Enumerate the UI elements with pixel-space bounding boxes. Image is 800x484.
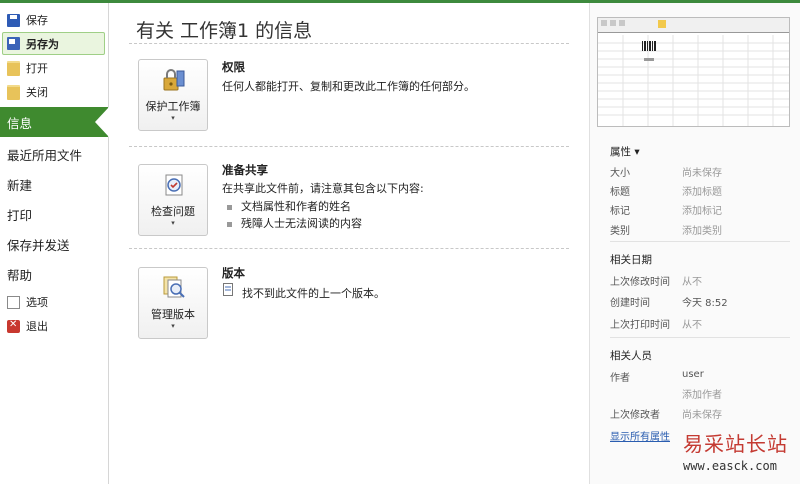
lock-key-icon (163, 69, 185, 91)
related-people-header: 相关人员 (610, 350, 652, 362)
chevron-down-icon: ▾ (171, 114, 175, 122)
versions-text: 找不到此文件的上一个版本。 (242, 287, 385, 300)
protect-workbook-label: 保护工作簿 (145, 100, 201, 113)
prop-size-key: 大小 (610, 168, 630, 179)
nav-new[interactable]: 新建 (0, 169, 108, 199)
backstage-nav: 保存 另存为 打开 关闭 信息 最近所用文件 新建 打印 保存并发送 帮助 选项… (0, 3, 109, 484)
manage-versions-button[interactable]: 管理版本 ▾ (138, 267, 208, 339)
divider (129, 43, 569, 44)
nav-info[interactable]: 信息 (0, 107, 109, 137)
nav-options[interactable]: 选项 (3, 291, 105, 313)
check-issues-button[interactable]: 检查问题 ▾ (138, 164, 208, 236)
document-icon (223, 283, 233, 296)
prop-size-value: 尚未保存 (682, 168, 722, 179)
nav-recent[interactable]: 最近所用文件 (0, 139, 108, 169)
spreadsheet-preview (598, 18, 789, 126)
divider (610, 241, 790, 242)
chevron-down-icon: ▾ (171, 322, 175, 330)
permissions-text: 任何人都能打开、复制和更改此工作簿的任何部分。 (222, 80, 475, 93)
nav-info-label: 信息 (7, 115, 33, 131)
watermark-url: www.easck.com (683, 459, 777, 473)
prop-title-input[interactable]: 添加标题 (682, 183, 722, 198)
bullet-text: 文档属性和作者的姓名 (241, 200, 351, 213)
bullet-icon (227, 204, 232, 210)
properties-panel: 属性 ▾ 大小 尚未保存 标题 添加标题 标记 添加标记 类别 添加类别 相关日… (589, 3, 800, 484)
bullet-text: 残障人士无法阅读的内容 (241, 217, 362, 230)
prop-tags-input[interactable]: 添加标记 (682, 202, 722, 217)
exit-icon (7, 319, 20, 333)
author-key: 作者 (610, 373, 630, 384)
permissions-title: 权限 (222, 60, 245, 74)
nav-print-label: 打印 (7, 207, 33, 223)
manage-versions-label: 管理版本 (151, 308, 195, 321)
nav-open-label: 打开 (26, 62, 48, 75)
nav-new-label: 新建 (7, 177, 33, 193)
versions-title: 版本 (222, 266, 245, 280)
nav-close[interactable]: 关闭 (3, 81, 105, 103)
last-printed-key: 上次打印时间 (610, 320, 670, 331)
save-icon (7, 13, 20, 27)
created-key: 创建时间 (610, 298, 650, 309)
last-modified-value: 从不 (682, 277, 702, 288)
inspect-document-icon (165, 174, 183, 196)
watermark: 易采站长站 www.easck.com (683, 428, 800, 473)
nav-recent-label: 最近所用文件 (7, 147, 83, 163)
nav-save[interactable]: 保存 (3, 9, 105, 31)
check-issues-label: 检查问题 (151, 205, 195, 218)
add-author-input[interactable]: 添加作者 (682, 386, 722, 401)
save-as-icon (7, 37, 20, 50)
nav-save-as[interactable]: 另存为 (2, 32, 105, 55)
created-value: 今天 8:52 (682, 298, 728, 309)
close-folder-icon (7, 84, 20, 100)
prepare-title: 准备共享 (222, 163, 268, 177)
nav-options-label: 选项 (26, 296, 48, 309)
author-value[interactable]: user (682, 369, 704, 380)
versions-icon (163, 276, 185, 298)
nav-save-send-label: 保存并发送 (7, 237, 70, 253)
properties-header[interactable]: 属性 ▾ (610, 144, 640, 159)
nav-print[interactable]: 打印 (0, 199, 108, 229)
list-item: 文档属性和作者的姓名 (227, 198, 351, 214)
info-main-panel: 有关 工作簿1 的信息 保护工作簿 ▾ 权限 任何人都能打开、复制和更改此工作簿… (109, 3, 588, 484)
last-modified-key: 上次修改时间 (610, 277, 670, 288)
nav-help-label: 帮助 (7, 267, 33, 283)
nav-exit-label: 退出 (26, 320, 48, 333)
nav-save-as-label: 另存为 (26, 37, 59, 51)
last-printed-value: 从不 (682, 320, 702, 331)
watermark-title: 易采站长站 (683, 432, 788, 456)
page-title: 有关 工作簿1 的信息 (136, 20, 313, 42)
prepare-text: 在共享此文件前，请注意其包含以下内容: (222, 182, 424, 195)
last-modified-by-value: 尚未保存 (682, 410, 722, 421)
bullet-icon (227, 221, 232, 227)
show-all-properties-link[interactable]: 显示所有属性 (610, 428, 670, 443)
divider (129, 146, 569, 147)
open-folder-icon (7, 60, 20, 76)
prop-category-input[interactable]: 添加类别 (682, 222, 722, 237)
prop-title-key: 标题 (610, 187, 630, 198)
prop-category-key: 类别 (610, 226, 630, 237)
chevron-down-icon: ▾ (171, 219, 175, 227)
divider (610, 337, 790, 338)
nav-save-label: 保存 (26, 14, 48, 27)
related-dates-header: 相关日期 (610, 254, 652, 266)
prop-tags-key: 标记 (610, 206, 630, 217)
nav-help[interactable]: 帮助 (0, 259, 108, 289)
nav-open[interactable]: 打开 (3, 57, 105, 79)
nav-close-label: 关闭 (26, 86, 48, 99)
divider (129, 248, 569, 249)
workbook-thumbnail (597, 17, 790, 127)
last-modified-by-key: 上次修改者 (610, 410, 660, 421)
nav-exit[interactable]: 退出 (3, 315, 105, 337)
nav-save-send[interactable]: 保存并发送 (0, 229, 108, 259)
protect-workbook-button[interactable]: 保护工作簿 ▾ (138, 59, 208, 131)
list-item: 残障人士无法阅读的内容 (227, 215, 362, 231)
options-icon (7, 295, 20, 309)
